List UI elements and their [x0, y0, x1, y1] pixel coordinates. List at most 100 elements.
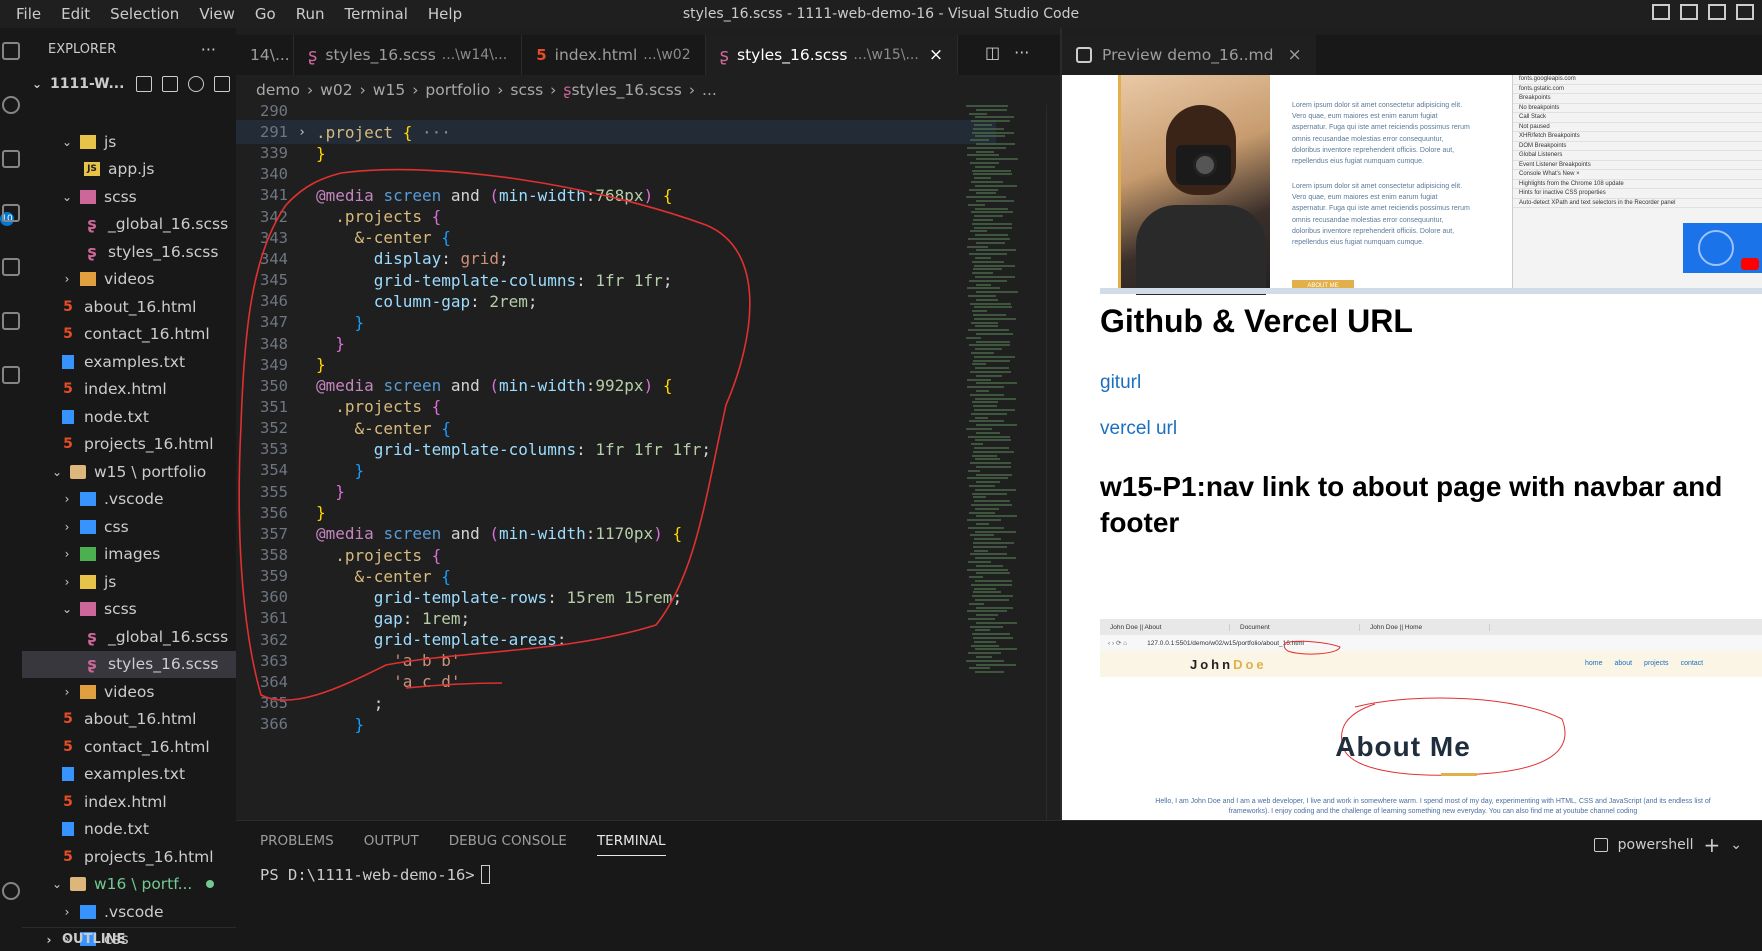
more-actions-icon[interactable]: ···	[201, 40, 216, 59]
close-icon[interactable]: ×	[929, 45, 943, 65]
tree-file[interactable]: ʂ _global_16.scss	[22, 623, 236, 651]
tree-file[interactable]: 5 projects_16.html	[22, 843, 236, 871]
new-folder-icon[interactable]	[162, 76, 179, 92]
editor-scrollbar[interactable]	[1046, 105, 1060, 820]
vercel-url-link[interactable]: vercel url	[1100, 418, 1177, 440]
tree-folder[interactable]: › images	[22, 541, 236, 569]
new-terminal-button[interactable]: +	[1704, 833, 1721, 857]
minimap-line	[971, 352, 995, 354]
tree-folder[interactable]: › .vscode	[22, 898, 236, 926]
tree-file[interactable]: node.txt	[22, 403, 236, 431]
minimap-line	[975, 158, 1018, 161]
tree-file[interactable]: 5 contact_16.html	[22, 733, 236, 761]
menu-file[interactable]: File	[6, 5, 51, 23]
panel-tab-terminal[interactable]: TERMINAL	[596, 833, 666, 856]
menu-edit[interactable]: Edit	[51, 5, 100, 23]
editor-tab[interactable]: 14\...	[236, 35, 294, 75]
refresh-icon[interactable]	[188, 76, 205, 92]
minimap[interactable]	[966, 105, 1046, 820]
minimap-line	[975, 374, 1003, 377]
code-editor[interactable]: 290 291 › .project { ··· 339} 340 341 @media sc…	[236, 105, 1060, 820]
account-icon[interactable]	[2, 882, 20, 900]
menu-go[interactable]: Go	[245, 5, 286, 23]
extensions-icon[interactable]	[2, 366, 20, 384]
split-editor-icon[interactable]: ◫	[985, 43, 1000, 62]
toggle-panel-icon[interactable]	[1680, 4, 1698, 20]
customize-layout-icon[interactable]	[1736, 4, 1754, 20]
tree-file[interactable]: 5 index.html	[22, 788, 236, 816]
preview-tab[interactable]: Preview demo_16..md ×	[1062, 35, 1316, 75]
breadcrumb-item[interactable]: scss	[510, 81, 543, 99]
tree-file[interactable]: node.txt	[22, 816, 236, 844]
menu-terminal[interactable]: Terminal	[335, 5, 418, 23]
menu-run[interactable]: Run	[286, 5, 335, 23]
breadcrumb-item[interactable]: ...	[702, 81, 717, 99]
outline-title: OUTLINE	[62, 932, 126, 947]
tree-file[interactable]: 5 about_16.html	[22, 706, 236, 734]
workspace-folder-row[interactable]: ⌄ 1111-W...	[22, 70, 236, 98]
sass-file-icon: ʂ	[87, 241, 97, 261]
tree-file[interactable]: ʂ styles_16.scss	[22, 650, 236, 678]
editor-tab[interactable]: ʂ styles_16.scss ...\w14\...	[294, 35, 523, 75]
toggle-secondary-sidebar-icon[interactable]	[1708, 4, 1726, 20]
tree-file[interactable]: ʂ styles_16.scss	[22, 238, 236, 266]
menu-help[interactable]: Help	[418, 5, 472, 23]
tree-folder[interactable]: ⌄ js	[22, 128, 236, 156]
tree-folder[interactable]: › videos	[22, 678, 236, 706]
sass-file-icon: ʂ	[87, 654, 97, 674]
source-control-icon[interactable]	[2, 150, 20, 168]
tree-file[interactable]: 5 about_16.html	[22, 293, 236, 321]
tree-folder[interactable]: ⌄ w15 \ portfolio	[22, 458, 236, 486]
collapse-all-icon[interactable]	[214, 76, 231, 92]
tree-file[interactable]: 5 index.html	[22, 376, 236, 404]
tree-folder[interactable]: ⌄ scss	[22, 183, 236, 211]
chevron-right-icon: ›	[64, 519, 70, 534]
remote-explorer-icon[interactable]	[2, 258, 20, 276]
run-debug-icon[interactable]	[2, 204, 20, 222]
shell-name[interactable]: powershell	[1618, 837, 1694, 853]
line-number: 357	[260, 524, 288, 543]
minimap-line	[973, 405, 998, 408]
toggle-sidebar-icon[interactable]	[1652, 4, 1670, 20]
tree-folder[interactable]: › js	[22, 568, 236, 596]
chevron-down-icon[interactable]: ⌄	[1730, 837, 1742, 853]
menu-selection[interactable]: Selection	[100, 5, 189, 23]
search-icon[interactable]	[2, 96, 20, 114]
panel-tab-debug-console[interactable]: DEBUG CONSOLE	[449, 833, 567, 856]
tree-file[interactable]: examples.txt	[22, 761, 236, 789]
editor-tab[interactable]: 5 index.html ...\w02	[522, 35, 706, 75]
tree-folder[interactable]: ⌄ w16 \ portf...	[22, 871, 236, 899]
breadcrumb-item[interactable]: w02	[320, 81, 352, 99]
code-text: grid-template-areas:	[373, 630, 567, 650]
tree-folder[interactable]: ⌄ scss	[22, 596, 236, 624]
breadcrumb-item[interactable]: styles_16.scss	[571, 81, 681, 99]
tree-file[interactable]: ʂ _global_16.scss	[22, 211, 236, 239]
giturl-link[interactable]: giturl	[1100, 372, 1141, 394]
line-number: 352	[260, 419, 288, 438]
fold-chevron-icon[interactable]: ›	[288, 125, 316, 140]
testing-icon[interactable]	[2, 312, 20, 330]
tree-folder[interactable]: › videos	[22, 266, 236, 294]
panel-tab-output[interactable]: OUTPUT	[364, 833, 419, 856]
breadcrumb-item[interactable]: demo	[256, 81, 300, 99]
tree-file[interactable]: examples.txt	[22, 348, 236, 376]
close-icon[interactable]: ×	[1287, 45, 1301, 65]
tree-file[interactable]: 5 contact_16.html	[22, 321, 236, 349]
new-file-icon[interactable]	[136, 76, 153, 92]
breadcrumb-item[interactable]: portfolio	[425, 81, 490, 99]
explorer-icon[interactable]	[2, 42, 20, 60]
outline-section[interactable]: › OUTLINE	[22, 927, 236, 951]
tree-file[interactable]: 5 projects_16.html	[22, 431, 236, 459]
tree-file[interactable]: JS app.js	[22, 156, 236, 184]
editor-tab[interactable]: ʂ styles_16.scss ...\w15\... ×	[705, 35, 959, 75]
breadcrumb-item[interactable]: w15	[373, 81, 405, 99]
folder-actions	[136, 76, 231, 92]
panel-tab-problems[interactable]: PROBLEMS	[260, 833, 334, 856]
more-actions-icon[interactable]: ···	[1014, 43, 1029, 62]
breadcrumb: demo › w02 › w15 › portfolio › scss › ʂ styles_16.…	[236, 75, 1060, 105]
minimap-line	[966, 287, 1001, 290]
tree-folder[interactable]: › css	[22, 513, 236, 541]
terminal-prompt-line[interactable]: PS D:\1111-web-demo-16>	[260, 865, 490, 884]
menu-view[interactable]: View	[189, 5, 245, 23]
tree-folder[interactable]: › .vscode	[22, 486, 236, 514]
